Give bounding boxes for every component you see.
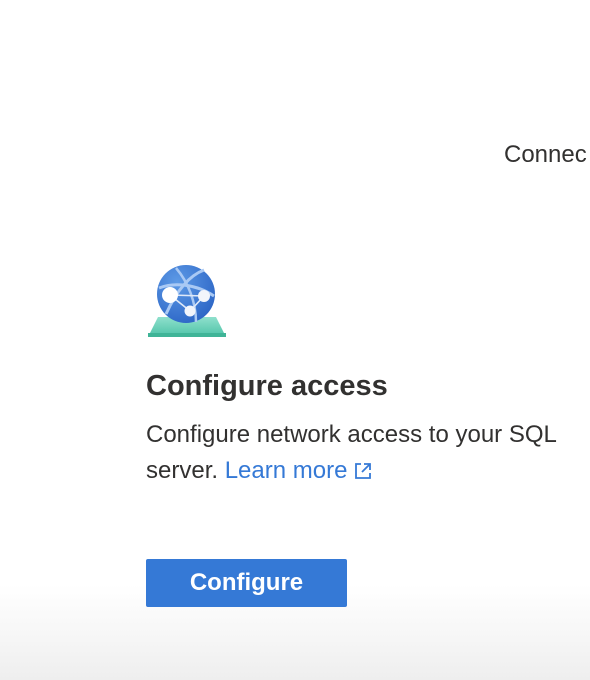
learn-more-label: Learn more — [224, 457, 348, 484]
external-link-icon — [355, 463, 372, 479]
page: Connec Configure access Configure networ… — [0, 0, 590, 680]
tab-connect[interactable]: Connec — [504, 140, 587, 170]
tab-connect-label: Connec — [504, 141, 587, 168]
card-title: Configure access — [146, 370, 388, 402]
globe-network-icon — [148, 265, 226, 337]
card-description: Configure network access to your SQL ser… — [146, 417, 590, 489]
configure-button[interactable]: Configure — [146, 559, 347, 607]
learn-more-link[interactable]: Learn more — [225, 457, 374, 484]
